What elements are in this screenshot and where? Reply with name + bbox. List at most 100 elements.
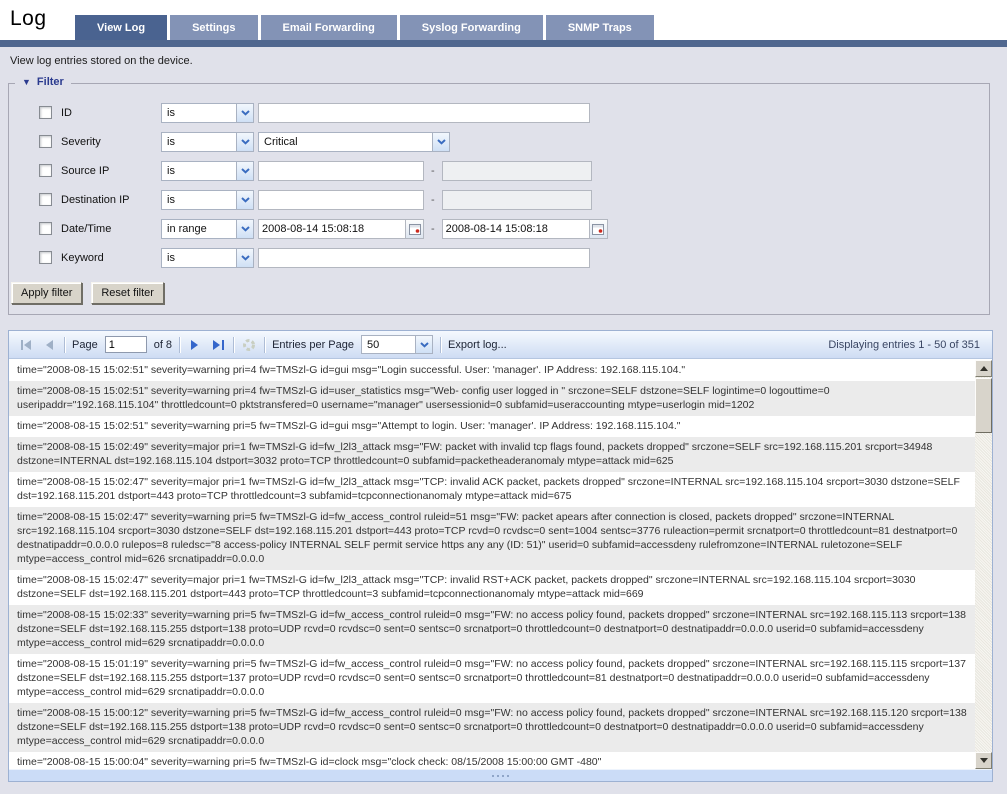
tab-view-log[interactable]: View Log [75, 15, 168, 40]
grip-dot [507, 774, 509, 777]
toolbar-separator [440, 336, 441, 353]
chevron-down-icon [236, 103, 253, 122]
datetime-to-input[interactable] [442, 219, 589, 238]
destination-ip-from-input[interactable] [258, 189, 424, 210]
scroll-down-icon [979, 758, 988, 763]
page-description: View log entries stored on the device. [10, 55, 193, 67]
filter-label-source-ip: Source IP [61, 164, 110, 177]
tab-snmp-traps[interactable]: SNMP Traps [545, 15, 654, 40]
reset-filter-button[interactable]: Reset filter [91, 282, 164, 304]
filter-collapse-icon[interactable]: ▼ [22, 77, 31, 87]
datetime-operator-select[interactable]: in range [161, 218, 254, 239]
chevron-down-icon [236, 190, 253, 209]
datetime-to-field [441, 218, 608, 239]
log-toolbar: Page of 8 Entries per Page 50 [9, 331, 992, 359]
filter-legend-label: Filter [36, 76, 64, 88]
chevron-down-icon [236, 248, 253, 267]
filter-checkbox-datetime[interactable] [39, 222, 52, 235]
tab-syslog-forwarding[interactable]: Syslog Forwarding [399, 15, 543, 40]
page-title: Log [10, 7, 47, 30]
scroll-track[interactable] [975, 377, 992, 752]
filter-legend: ▼ Filter [15, 76, 71, 88]
content-area: View log entries stored on the device. ▼… [0, 47, 1007, 794]
toolbar-separator [179, 336, 181, 353]
id-operator-select[interactable]: is [161, 102, 254, 123]
page-number-input[interactable] [104, 336, 147, 353]
severity-operator-select[interactable]: is [161, 131, 254, 152]
filter-checkbox-keyword[interactable] [39, 251, 52, 264]
filter-row-destination-ip: Destination IP is - [9, 185, 989, 214]
id-value-input[interactable] [258, 102, 590, 123]
source-ip-operator-select[interactable]: is [161, 160, 254, 181]
filter-label-keyword: Keyword [61, 251, 104, 264]
tab-email-forwarding[interactable]: Email Forwarding [260, 15, 397, 40]
filter-row-id: ID is [9, 98, 989, 127]
filter-checkbox-id[interactable] [39, 106, 52, 119]
range-separator: - [431, 164, 435, 177]
filter-row-datetime: Date/Time in range - [9, 214, 989, 243]
filter-checkbox-severity[interactable] [39, 135, 52, 148]
grip-dot [502, 774, 504, 777]
filter-row-source-ip: Source IP is - [9, 156, 989, 185]
tab-bar: View Log Settings Email Forwarding Syslo… [75, 15, 654, 40]
destination-ip-operator-select[interactable]: is [161, 189, 254, 210]
filter-checkbox-source-ip[interactable] [39, 164, 52, 177]
prev-page-icon[interactable] [41, 338, 57, 352]
entries-per-page-select[interactable]: 50 [361, 335, 433, 354]
scroll-up-button[interactable] [975, 360, 992, 377]
entries-per-page-label: Entries per Page [272, 338, 354, 351]
toolbar-separator [264, 336, 266, 353]
log-entry-row: time="2008-08-15 15:02:33" severity=warn… [9, 605, 975, 654]
page-header: Log View Log Settings Email Forwarding S… [0, 0, 1007, 40]
log-entry-row: time="2008-08-15 15:02:51" severity=warn… [9, 381, 975, 416]
panel-resize-grip[interactable] [9, 769, 992, 781]
filter-checkbox-destination-ip[interactable] [39, 193, 52, 206]
chevron-down-icon [236, 219, 253, 238]
log-entry-row: time="2008-08-15 15:02:51" severity=warn… [17, 364, 686, 376]
log-entry-row: time="2008-08-15 15:00:12" severity=warn… [9, 703, 975, 752]
filter-label-id: ID [61, 106, 72, 119]
source-ip-from-input[interactable] [258, 160, 424, 181]
calendar-icon[interactable] [405, 219, 423, 238]
apply-filter-button[interactable]: Apply filter [11, 282, 83, 304]
destination-ip-to-input[interactable] [441, 189, 592, 210]
chevron-down-icon [236, 161, 253, 180]
tab-underline-bar [0, 40, 1007, 47]
chevron-down-icon [415, 336, 432, 353]
page-label: Page [72, 338, 98, 351]
source-ip-to-input[interactable] [441, 160, 592, 181]
datetime-from-input[interactable] [259, 219, 405, 238]
log-entry-row: time="2008-08-15 15:02:47" severity=warn… [9, 507, 975, 570]
grip-dot [497, 774, 499, 777]
displaying-entries-status: Displaying entries 1 - 50 of 351 [828, 338, 980, 351]
calendar-icon[interactable] [588, 219, 607, 238]
chevron-down-icon [236, 132, 253, 151]
export-log-button[interactable]: Export log... [448, 339, 507, 351]
filter-buttons: Apply filter Reset filter [11, 282, 989, 304]
log-entry-row: time="2008-08-15 15:02:47" severity=majo… [17, 574, 916, 600]
scroll-up-icon [979, 366, 988, 371]
filter-label-severity: Severity [61, 135, 101, 148]
scroll-thumb[interactable] [975, 378, 992, 433]
scroll-down-button[interactable] [975, 752, 992, 769]
log-entry-row: time="2008-08-15 15:01:19" severity=warn… [17, 658, 966, 698]
filter-label-datetime: Date/Time [61, 222, 112, 235]
refresh-icon[interactable] [241, 338, 257, 352]
page-count-label: of 8 [153, 338, 173, 351]
log-entry-row: time="2008-08-15 15:02:51" severity=warn… [17, 420, 681, 432]
keyword-value-input[interactable] [258, 247, 590, 268]
tab-settings[interactable]: Settings [170, 15, 258, 40]
log-panel: Page of 8 Entries per Page 50 [8, 330, 993, 782]
toolbar-separator [233, 336, 235, 353]
next-page-icon[interactable] [187, 338, 203, 352]
range-separator: - [431, 193, 435, 206]
filter-row-keyword: Keyword is [9, 243, 989, 272]
last-page-icon[interactable] [210, 338, 226, 352]
log-entry-list: time="2008-08-15 15:02:51" severity=warn… [9, 360, 975, 769]
severity-value-select[interactable]: Critical [258, 131, 450, 152]
keyword-operator-select[interactable]: is [161, 247, 254, 268]
filter-row-severity: Severity is Critical [9, 127, 989, 156]
first-page-icon[interactable] [18, 338, 34, 352]
datetime-from-field [258, 218, 424, 239]
vertical-scrollbar [975, 360, 992, 769]
